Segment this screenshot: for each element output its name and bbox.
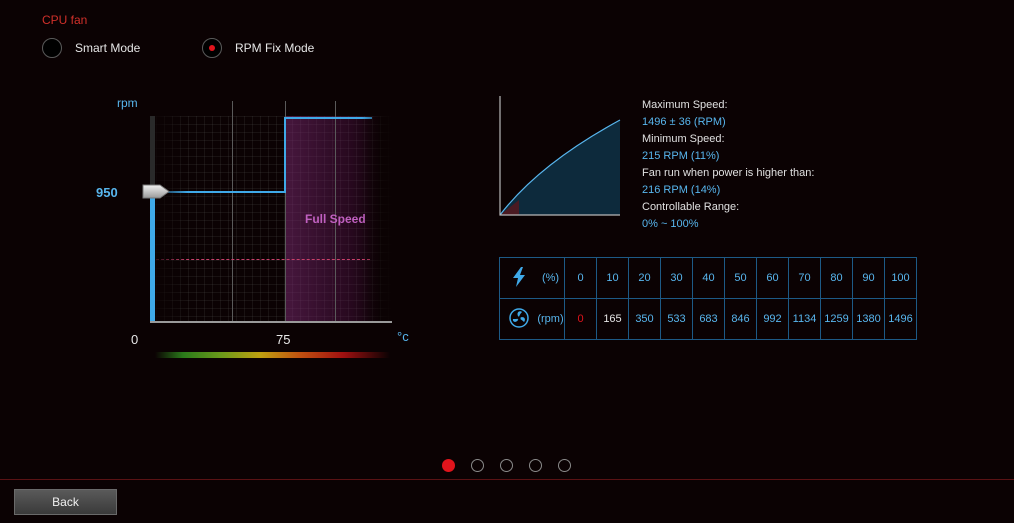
fan-curve-graph: Full Speed (148, 101, 392, 323)
rpm-cell: 1134 (788, 298, 821, 340)
page-dot-2[interactable] (471, 459, 484, 472)
rpm-fix-mode-label[interactable]: RPM Fix Mode (235, 41, 314, 55)
fan-run-label: Fan run when power is higher than: (642, 167, 815, 179)
percent-cell: 10 (596, 257, 629, 299)
page-dot-5[interactable] (558, 459, 571, 472)
table-row-power: (%) 0 10 20 30 40 50 60 70 80 90 100 (499, 257, 917, 299)
percent-cell: 40 (692, 257, 725, 299)
graph-x-axis (150, 321, 392, 323)
temperature-color-bar (155, 352, 390, 358)
percent-cell: 70 (788, 257, 821, 299)
rpm-percent-table: (%) 0 10 20 30 40 50 60 70 80 90 100 (rp… (499, 257, 917, 340)
x-tick-75: 75 (276, 332, 291, 347)
min-speed-label: Minimum Speed: (642, 133, 725, 145)
controllable-range-value: 0% ~ 100% (642, 218, 699, 230)
fan-icon (508, 307, 529, 328)
percent-cell: 20 (628, 257, 661, 299)
table-row-rpm: (rpm) 0 165 350 533 683 846 992 1134 125… (499, 298, 917, 340)
section-title: CPU fan (42, 13, 88, 27)
percent-cell: 60 (756, 257, 789, 299)
fan-icon-cell (499, 298, 537, 340)
percent-cell: 50 (724, 257, 757, 299)
full-speed-label: Full Speed (305, 212, 366, 226)
x-axis-unit: °c (397, 329, 409, 344)
fan-run-value: 216 RPM (14%) (642, 184, 721, 196)
rpm-unit: (rpm) (537, 298, 565, 340)
percent-cell: 100 (884, 257, 917, 299)
smart-mode-label[interactable]: Smart Mode (75, 41, 140, 55)
page-dot-1[interactable] (442, 459, 455, 472)
controllable-range-label: Controllable Range: (642, 201, 740, 213)
percent-cell: 90 (852, 257, 885, 299)
rpm-cell: 1380 (852, 298, 885, 340)
rpm-cell: 1259 (820, 298, 853, 340)
rpm-slider-fill (150, 194, 155, 323)
power-icon-cell (499, 257, 537, 299)
rpm-cell: 533 (660, 298, 693, 340)
radio-selected-dot (209, 45, 215, 51)
power-unit: (%) (537, 257, 565, 299)
rpm-cell: 350 (628, 298, 661, 340)
percent-cell: 0 (564, 257, 597, 299)
rpm-cell: 0 (564, 298, 597, 340)
rpm-cell: 992 (756, 298, 789, 340)
rpm-cell: 165 (596, 298, 629, 340)
smart-mode-radio[interactable] (42, 38, 62, 58)
y-axis-unit: rpm (117, 96, 138, 110)
percent-cell: 80 (820, 257, 853, 299)
rpm-fix-mode-radio[interactable] (202, 38, 222, 58)
min-speed-value: 215 RPM (11%) (642, 150, 720, 162)
page-dot-4[interactable] (529, 459, 542, 472)
back-button[interactable]: Back (14, 489, 117, 515)
max-speed-value: 1496 ± 36 (RPM) (642, 116, 726, 128)
rpm-slider-handle[interactable] (142, 184, 170, 199)
rpm-cell: 683 (692, 298, 725, 340)
current-rpm-value: 950 (96, 185, 118, 200)
x-tick-0: 0 (131, 332, 139, 347)
rpm-cell: 1496 (884, 298, 917, 340)
rpm-cell: 846 (724, 298, 757, 340)
speed-curve-chart (499, 96, 621, 216)
percent-cell: 30 (660, 257, 693, 299)
page-dot-3[interactable] (500, 459, 513, 472)
lightning-icon (512, 266, 525, 287)
max-speed-label: Maximum Speed: (642, 99, 728, 111)
graph-fade (362, 101, 392, 323)
footer-divider (0, 479, 1014, 480)
